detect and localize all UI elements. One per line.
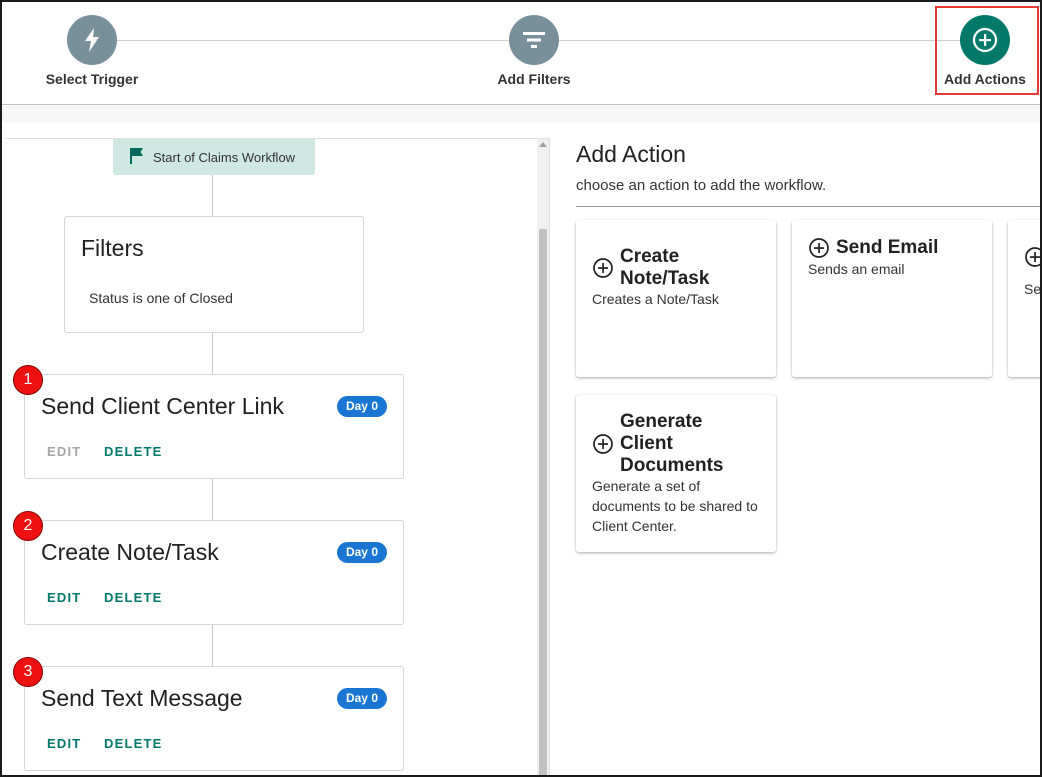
workflow-builder-window: Select Trigger Add Filters Add Actions S… [0, 0, 1042, 777]
start-node-label: Start of Claims Workflow [153, 149, 296, 165]
panel-title: Add Action [576, 141, 686, 167]
workflow-connector [212, 625, 213, 666]
workflow-connector [212, 175, 213, 216]
filter-condition: Status is one of Closed [89, 290, 233, 306]
edit-button[interactable]: EDIT [47, 590, 81, 605]
action-option-generate-client-documents[interactable]: Generate Client Documents Generate a set… [576, 395, 776, 552]
workflow-action-card[interactable]: 1 Send Client Center Link Day 0 EDIT DEL… [13, 365, 404, 479]
filter-icon [509, 15, 559, 65]
option-header: Send Email [808, 237, 938, 259]
workflow-action-card[interactable]: 2 Create Note/Task Day 0 EDIT DELETE [13, 511, 404, 625]
filters-card[interactable]: Filters Status is one of Closed [64, 216, 364, 333]
step-label: Add Filters [497, 71, 571, 87]
panel-subtitle: choose an action to add the workflow. [576, 177, 827, 194]
add-circle-icon [1025, 247, 1040, 267]
lightning-bolt-icon [67, 15, 117, 65]
panel-divider [576, 206, 1040, 207]
delete-button[interactable]: DELETE [104, 444, 162, 459]
step-select-trigger[interactable]: Select Trigger [22, 15, 162, 87]
toolbar-spacer [2, 106, 1040, 122]
action-option-partial[interactable]: Se [1008, 220, 1040, 377]
workflow-action-card[interactable]: 3 Send Text Message Day 0 EDIT DELETE [13, 657, 404, 771]
delete-button[interactable]: DELETE [104, 736, 162, 751]
action-title: Send Client Center Link [41, 393, 284, 419]
action-title: Send Text Message [41, 685, 243, 711]
filters-title: Filters [81, 235, 144, 261]
step-number-badge: 1 [13, 365, 43, 395]
edit-button[interactable]: EDIT [47, 736, 81, 751]
workflow-connector [212, 333, 213, 374]
add-circle-icon [809, 238, 829, 258]
step-number-badge: 3 [13, 657, 43, 687]
option-description: Creates a Note/Task [592, 291, 719, 307]
day-chip: Day 0 [336, 688, 387, 709]
option-header: Create Note/Task [592, 246, 709, 290]
option-title: Send Email [836, 237, 939, 258]
delete-button[interactable]: DELETE [104, 590, 162, 605]
workflow-stepper: Select Trigger Add Filters Add Actions [2, 2, 1040, 105]
workflow-connector [212, 479, 213, 520]
day-chip: Day 0 [336, 396, 387, 417]
edit-button[interactable]: EDIT [47, 444, 81, 459]
scrollbar-thumb[interactable] [539, 229, 547, 775]
step-label: Select Trigger [45, 71, 139, 87]
option-description: Generate a set of documents to be shared… [592, 478, 758, 534]
option-title: Generate Client Documents [620, 411, 724, 476]
day-chip: Day 0 [336, 542, 387, 563]
action-title: Create Note/Task [41, 539, 219, 565]
option-description: Se [1024, 281, 1040, 297]
step-number-badge: 2 [13, 511, 43, 541]
action-option-send-email[interactable]: Send Email Sends an email [792, 220, 992, 377]
add-action-panel: Add Action choose an action to add the w… [551, 122, 1040, 775]
option-header [1024, 246, 1040, 268]
active-step-highlight [935, 6, 1039, 95]
vertical-scrollbar[interactable] [537, 139, 549, 775]
option-header: Generate Client Documents [592, 411, 723, 477]
action-option-create-note-task[interactable]: Create Note/Task Creates a Note/Task [576, 220, 776, 377]
step-add-filters[interactable]: Add Filters [464, 15, 604, 87]
workflow-start-node: Start of Claims Workflow [113, 139, 315, 175]
flag-icon [129, 147, 145, 168]
option-title: Create Note/Task [620, 246, 710, 289]
add-circle-icon [593, 258, 613, 278]
option-description: Sends an email [808, 261, 905, 277]
add-circle-icon [593, 434, 613, 454]
scroll-up-arrow-icon[interactable] [539, 142, 547, 147]
workflow-canvas: Start of Claims Workflow Filters Status … [6, 138, 550, 775]
